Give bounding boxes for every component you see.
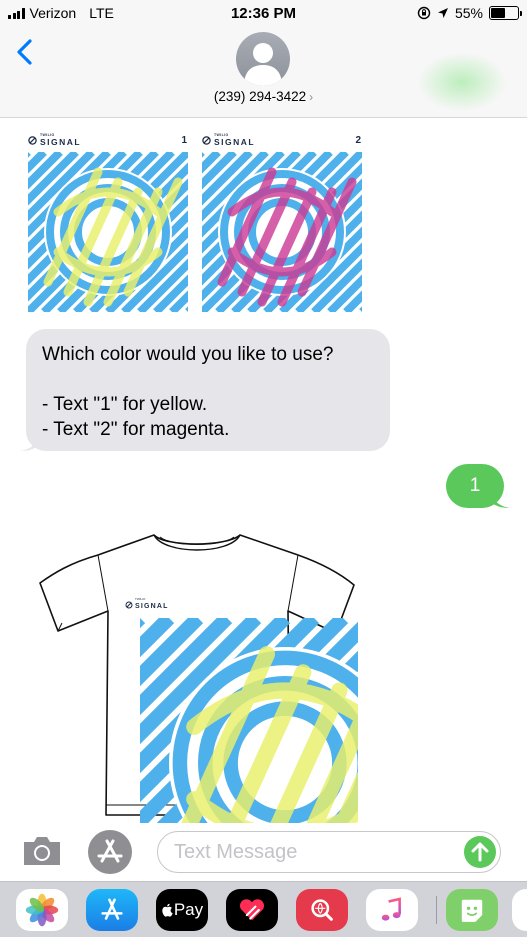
mms-image-message[interactable]: TWILIO SIGNAL 1 TWILIO SIGNAL 2	[26, 128, 366, 318]
location-arrow-icon	[437, 8, 448, 18]
outgoing-message-bubble[interactable]: 1	[446, 464, 510, 508]
bubble-tail	[20, 433, 38, 451]
brand-name: SIGNAL	[214, 137, 256, 147]
arrow-up-icon	[471, 842, 489, 862]
brand-small: TWILIO	[135, 597, 146, 601]
person-silhouette-icon[interactable]	[236, 32, 290, 86]
partial-app-icon[interactable]	[512, 889, 527, 931]
rotation-lock-icon	[417, 6, 431, 20]
message-text-field[interactable]: Text Message	[157, 831, 501, 873]
poster-art	[202, 152, 362, 312]
digital-touch-icon[interactable]	[226, 889, 278, 931]
outgoing-message-text: 1	[469, 475, 481, 496]
battery-level	[491, 8, 506, 18]
app-store-icon[interactable]	[86, 889, 138, 931]
poster-number: 1	[181, 134, 187, 146]
apple-logo-icon	[162, 903, 173, 917]
poster-art	[28, 152, 188, 312]
bubble-tail	[492, 490, 510, 508]
text-field-placeholder: Text Message	[174, 841, 298, 863]
imessage-app-drawer: Pay	[0, 881, 527, 937]
apple-pay-label: Pay	[173, 900, 204, 919]
battery-icon	[489, 6, 522, 20]
signal-logo: TWILIO SIGNAL	[202, 133, 255, 147]
chevron-left-icon[interactable]	[14, 38, 36, 66]
poster-option-2[interactable]: TWILIO SIGNAL 2	[200, 128, 363, 316]
battery-percent: 55%	[454, 5, 483, 21]
brand-name: SIGNAL	[135, 603, 169, 610]
incoming-message-text: Which color would you like to use? - Tex…	[42, 344, 334, 440]
tshirt-mockup: TWILIO SIGNAL	[39, 534, 355, 816]
search-images-icon[interactable]	[296, 889, 348, 931]
send-button[interactable]	[464, 836, 496, 868]
app-store-icon[interactable]	[88, 830, 132, 874]
contact-name[interactable]: (239) 294-3422 ›	[0, 89, 527, 104]
signal-mark-icon	[202, 135, 211, 145]
poster-option-1[interactable]: TWILIO SIGNAL 1	[26, 128, 189, 316]
tshirt-image-message[interactable]: TWILIO SIGNAL	[36, 533, 358, 823]
signal-mark-icon	[28, 135, 37, 145]
photos-icon[interactable]	[16, 889, 68, 931]
message-input-bar: Text Message	[0, 823, 527, 881]
incoming-message-bubble[interactable]: Which color would you like to use? - Tex…	[20, 329, 390, 451]
brand-name: SIGNAL	[40, 137, 82, 147]
camera-icon[interactable]	[20, 834, 64, 868]
sticker-app-icon[interactable]	[446, 889, 498, 931]
shirt-print-art	[140, 618, 271, 765]
contact-phone: (239) 294-3422	[213, 89, 307, 104]
apple-pay-icon[interactable]: Pay	[156, 889, 208, 931]
status-bar: Verizon LTE 12:36 PM 55%	[0, 0, 527, 30]
contact-chevron-icon: ›	[309, 90, 314, 104]
poster-number: 2	[355, 134, 361, 146]
drawer-divider	[436, 896, 437, 924]
music-icon[interactable]	[366, 889, 418, 931]
signal-logo: TWILIO SIGNAL	[28, 133, 81, 147]
